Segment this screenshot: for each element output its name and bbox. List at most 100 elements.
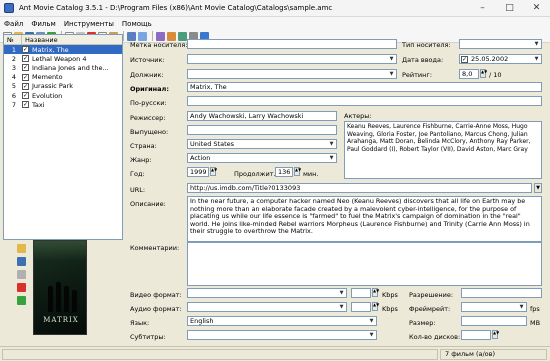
menu-file[interactable]: Файл xyxy=(0,20,27,28)
discs-field[interactable] xyxy=(461,330,491,340)
size-field[interactable] xyxy=(461,316,527,326)
video-bitrate-field[interactable] xyxy=(351,288,371,298)
close-button[interactable]: ✕ xyxy=(523,0,550,16)
framerate-dropdown[interactable]: ▼ xyxy=(461,302,527,312)
year-spinner[interactable]: ▲▼ xyxy=(210,167,217,176)
country-label: Страна: xyxy=(130,142,157,150)
languages-value: English xyxy=(190,317,214,325)
borrower-dropdown[interactable]: ▼ xyxy=(187,69,397,79)
languages-dropdown[interactable]: English ▼ xyxy=(187,316,377,326)
framerate-label: Фреймрейт: xyxy=(409,305,451,313)
url-label: URL: xyxy=(130,186,146,194)
menu-movie[interactable]: Фильм xyxy=(27,20,59,28)
menu-help[interactable]: Помощь xyxy=(118,20,156,28)
list-item[interactable]: 1 ✓ Matrix, The xyxy=(4,45,122,55)
director-field[interactable]: Andy Wachowski, Larry Wachowski xyxy=(187,111,337,121)
import-picture-icon[interactable] xyxy=(17,296,26,305)
list-item[interactable]: 4 ✓ Memento xyxy=(4,73,122,82)
list-item[interactable]: 3 ✓ Indiana Jones and the... xyxy=(4,63,122,72)
framerate-unit: fps xyxy=(530,305,540,313)
url-dropdown-button[interactable]: ▼ xyxy=(534,183,542,193)
audio-bitrate-field[interactable] xyxy=(351,302,371,312)
date-added-value: 25.05.2002 xyxy=(471,55,509,63)
list-item-number: 4 xyxy=(11,73,16,82)
poster-glow xyxy=(34,241,86,261)
producer-field[interactable] xyxy=(187,125,337,135)
resolution-label: Разрешение: xyxy=(409,291,454,299)
list-item-checkbox[interactable]: ✓ xyxy=(22,101,29,109)
movie-list-panel: № Название 1 ✓ Matrix, The 2 ✓ Lethal Weapon… xyxy=(0,34,125,346)
video-bitrate-unit: Kbps xyxy=(382,291,398,299)
discs-spinner[interactable]: ▲▼ xyxy=(492,330,499,339)
list-item-number: 2 xyxy=(11,54,16,63)
year-field[interactable]: 1999 xyxy=(187,167,209,177)
chevron-down-icon: ▼ xyxy=(534,41,539,47)
chevron-down-icon: ▼ xyxy=(339,290,344,296)
translated-title-label: По-русски: xyxy=(130,99,167,107)
discs-label: Кол-во дисков: xyxy=(409,333,461,341)
list-item-title: Indiana Jones and the... xyxy=(32,63,109,72)
source-label: Источник: xyxy=(130,56,165,64)
original-title-field[interactable]: Matrix, The xyxy=(187,82,542,92)
description-field[interactable]: In the near future, a computer hacker na… xyxy=(187,196,542,242)
actors-field[interactable]: Keanu Reeves, Laurence Fishburne, Carrie… xyxy=(344,121,542,179)
rating-spinner[interactable]: ▲▼ xyxy=(480,69,487,78)
poster-title: MATRIX xyxy=(43,316,79,324)
list-item[interactable]: 6 ✓ Evolution xyxy=(4,91,122,100)
movie-list[interactable]: № Название 1 ✓ Matrix, The 2 ✓ Lethal Weapon… xyxy=(3,34,123,240)
comments-label: Комментарии: xyxy=(130,244,180,252)
audio-bitrate-unit: Kbps xyxy=(382,305,398,313)
open-picture-icon[interactable] xyxy=(17,244,26,253)
save-picture-icon[interactable] xyxy=(17,257,26,266)
list-item-checkbox[interactable]: ✓ xyxy=(22,46,29,54)
picture-toolbar xyxy=(15,242,31,336)
title-bar: Ant Movie Catalog 3.5.1 - D:\Program Fil… xyxy=(0,0,550,17)
list-item-checkbox[interactable]: ✓ xyxy=(22,55,29,63)
list-item[interactable]: 5 ✓ Jurassic Park xyxy=(4,82,122,91)
list-item[interactable]: 7 ✓ Taxi xyxy=(4,100,122,109)
genre-dropdown[interactable]: Action ▼ xyxy=(187,153,337,163)
chevron-down-icon: ▼ xyxy=(329,141,334,147)
movie-details-form: Метка носителя: Тип носителя: ▼ Источник… xyxy=(126,34,550,346)
menu-tools[interactable]: Инструменты xyxy=(60,20,118,28)
original-title-label: Оригинал: xyxy=(130,85,169,93)
rating-scale: / 10 xyxy=(489,71,502,79)
country-dropdown[interactable]: United States ▼ xyxy=(187,139,337,149)
url-field[interactable]: http://us.imdb.com/Title?0133093 xyxy=(187,183,532,193)
minimize-button[interactable]: – xyxy=(469,0,496,16)
list-item-checkbox[interactable]: ✓ xyxy=(22,64,29,72)
list-item-number: 1 xyxy=(11,45,16,54)
producer-label: Выпущено: xyxy=(130,128,169,136)
audio-format-dropdown[interactable]: ▼ xyxy=(187,302,347,312)
length-field[interactable]: 136 xyxy=(275,167,293,177)
resolution-field[interactable] xyxy=(461,288,542,298)
list-item-checkbox[interactable]: ✓ xyxy=(22,73,29,81)
copy-picture-icon[interactable] xyxy=(17,270,26,279)
column-name[interactable]: Название xyxy=(22,35,122,44)
list-item-checkbox[interactable]: ✓ xyxy=(22,92,29,100)
rating-field[interactable]: 8,0 xyxy=(459,69,479,79)
window-controls: – □ ✕ xyxy=(469,0,550,16)
date-added-checkbox[interactable]: ✓ xyxy=(461,56,468,63)
source-dropdown[interactable]: ▼ xyxy=(187,54,397,64)
delete-picture-icon[interactable] xyxy=(17,283,26,292)
list-item-checkbox[interactable]: ✓ xyxy=(22,82,29,90)
video-bitrate-spinner[interactable]: ▲▼ xyxy=(372,288,379,297)
media-type-dropdown[interactable]: ▼ xyxy=(459,39,542,49)
audio-bitrate-spinner[interactable]: ▲▼ xyxy=(372,302,379,311)
list-item[interactable]: 2 ✓ Lethal Weapon 4 xyxy=(4,54,122,63)
video-format-dropdown[interactable]: ▼ xyxy=(187,288,347,298)
length-spinner[interactable]: ▲▼ xyxy=(294,167,301,176)
list-item-title: Lethal Weapon 4 xyxy=(32,54,87,63)
status-main xyxy=(2,349,438,360)
comments-field[interactable] xyxy=(187,242,542,286)
size-label: Размер: xyxy=(409,319,436,327)
date-added-field[interactable]: ✓ 25.05.2002 ▼ xyxy=(459,54,542,64)
director-label: Режиссер: xyxy=(130,114,166,122)
maximize-button[interactable]: □ xyxy=(496,0,523,16)
column-number[interactable]: № xyxy=(4,35,22,44)
media-label-field[interactable] xyxy=(187,39,397,49)
translated-title-field[interactable] xyxy=(187,96,542,106)
subtitles-dropdown[interactable]: ▼ xyxy=(187,330,377,340)
chevron-down-icon: ▼ xyxy=(369,332,374,338)
